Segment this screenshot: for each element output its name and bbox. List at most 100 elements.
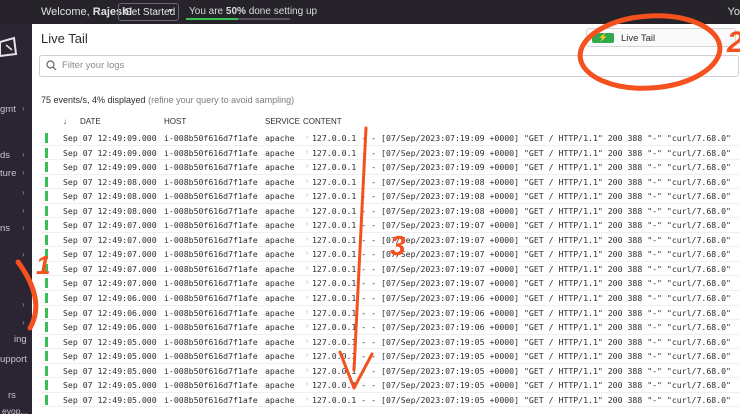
cell-content: 127.0.0.1 - - [07/Sep/2023:07:19:07 +000… xyxy=(312,220,731,231)
cell-service[interactable]: apache xyxy=(265,133,295,143)
expand-icon[interactable]: › xyxy=(306,149,308,156)
expand-icon[interactable]: › xyxy=(306,396,308,403)
cell-host[interactable]: i-008b50f616d7f1afe xyxy=(164,308,258,318)
table-row[interactable]: Sep 07 12:49:08.000 i-008b50f616d7f1afe ap… xyxy=(41,175,740,190)
table-row[interactable]: Sep 07 12:49:09.000 i-008b50f616d7f1afe ap… xyxy=(41,131,740,146)
table-row[interactable]: Sep 07 12:49:09.000 i-008b50f616d7f1afe ap… xyxy=(41,146,740,161)
cell-host[interactable]: i-008b50f616d7f1afe xyxy=(164,191,258,201)
column-header-content[interactable]: CONTENT xyxy=(303,117,342,126)
user-menu-label[interactable]: Yo xyxy=(728,6,740,18)
cell-service[interactable]: apache xyxy=(265,308,295,318)
cell-service[interactable]: apache xyxy=(265,293,295,303)
expand-icon[interactable]: › xyxy=(306,381,308,388)
app-logo[interactable] xyxy=(0,36,20,63)
get-started-dropdown[interactable]: Get Started ▼ xyxy=(118,3,179,21)
expand-icon[interactable]: › xyxy=(306,265,308,272)
cell-service[interactable]: apache xyxy=(265,264,295,274)
cell-host[interactable]: i-008b50f616d7f1afe xyxy=(164,177,258,187)
expand-icon[interactable]: › xyxy=(306,352,308,359)
cell-service[interactable]: apache xyxy=(265,220,295,230)
cell-host[interactable]: i-008b50f616d7f1afe xyxy=(164,235,258,245)
expand-icon[interactable]: › xyxy=(306,338,308,345)
cell-host[interactable]: i-008b50f616d7f1afe xyxy=(164,162,258,172)
expand-icon[interactable]: › xyxy=(306,279,308,286)
cell-content: 127.0.0.1 - - [07/Sep/2023:07:19:06 +000… xyxy=(312,322,731,333)
cell-host[interactable]: i-008b50f616d7f1afe xyxy=(164,133,258,143)
table-row[interactable]: Sep 07 12:49:05.000 i-008b50f616d7f1afe ap… xyxy=(41,335,740,350)
table-row[interactable]: Sep 07 12:49:08.000 i-008b50f616d7f1afe ap… xyxy=(41,189,740,204)
column-header-host[interactable]: HOST xyxy=(164,117,186,126)
table-row[interactable]: Sep 07 12:49:07.000 i-008b50f616d7f1afe ap… xyxy=(41,262,740,277)
expand-icon[interactable]: › xyxy=(306,236,308,243)
table-row[interactable]: Sep 07 12:49:08.000 i-008b50f616d7f1afe ap… xyxy=(41,204,740,219)
cell-host[interactable]: i-008b50f616d7f1afe xyxy=(164,351,258,361)
cell-service[interactable]: apache xyxy=(265,380,295,390)
sort-arrow-icon[interactable]: ↓ xyxy=(63,117,67,126)
cell-host[interactable]: i-008b50f616d7f1afe xyxy=(164,148,258,158)
cell-host[interactable]: i-008b50f616d7f1afe xyxy=(164,395,258,405)
cell-service[interactable]: apache xyxy=(265,249,295,259)
cell-host[interactable]: i-008b50f616d7f1afe xyxy=(164,249,258,259)
sidebar-item-gmt[interactable]: gmt xyxy=(0,104,16,115)
table-row[interactable]: Sep 07 12:49:06.000 i-008b50f616d7f1afe ap… xyxy=(41,291,740,306)
event-rate-stats: 75 events/s, 4% displayed (refine your q… xyxy=(41,95,294,105)
cell-service[interactable]: apache xyxy=(265,278,295,288)
cell-service[interactable]: apache xyxy=(265,191,295,201)
cell-service[interactable]: apache xyxy=(265,235,295,245)
expand-icon[interactable]: › xyxy=(306,323,308,330)
cell-service[interactable]: apache xyxy=(265,162,295,172)
table-row[interactable]: Sep 07 12:49:05.000 i-008b50f616d7f1afe ap… xyxy=(41,349,740,364)
expand-icon[interactable]: › xyxy=(306,134,308,141)
sidebar-item-rs[interactable]: rs xyxy=(8,390,16,401)
expand-icon[interactable]: › xyxy=(306,309,308,316)
cell-service[interactable]: apache xyxy=(265,177,295,187)
table-row[interactable]: Sep 07 12:49:06.000 i-008b50f616d7f1afe ap… xyxy=(41,306,740,321)
expand-icon[interactable]: › xyxy=(306,192,308,199)
sidebar-item-ing[interactable]: ing xyxy=(14,334,27,345)
expand-icon[interactable]: › xyxy=(306,367,308,374)
cell-service[interactable]: apache xyxy=(265,206,295,216)
cell-host[interactable]: i-008b50f616d7f1afe xyxy=(164,220,258,230)
expand-icon[interactable]: › xyxy=(306,294,308,301)
cell-host[interactable]: i-008b50f616d7f1afe xyxy=(164,380,258,390)
cell-service[interactable]: apache xyxy=(265,322,295,332)
expand-icon[interactable]: › xyxy=(306,250,308,257)
live-tail-button[interactable]: ⚡ Live Tail xyxy=(586,28,736,47)
sidebar-item-support[interactable]: upport xyxy=(0,354,27,365)
table-row[interactable]: Sep 07 12:49:09.000 i-008b50f616d7f1afe ap… xyxy=(41,160,740,175)
filter-search-box[interactable] xyxy=(39,55,739,77)
column-header-date[interactable]: DATE xyxy=(80,117,101,126)
cell-host[interactable]: i-008b50f616d7f1afe xyxy=(164,264,258,274)
table-row[interactable]: Sep 07 12:49:05.000 i-008b50f616d7f1afe ap… xyxy=(41,364,740,379)
cell-service[interactable]: apache xyxy=(265,148,295,158)
cell-host[interactable]: i-008b50f616d7f1afe xyxy=(164,206,258,216)
column-header-service[interactable]: SERVICE xyxy=(265,117,300,126)
expand-icon[interactable]: › xyxy=(306,178,308,185)
sidebar-item-ture[interactable]: ture xyxy=(0,168,16,179)
filter-logs-input[interactable] xyxy=(62,60,662,71)
status-indicator xyxy=(45,133,48,143)
expand-icon[interactable]: › xyxy=(306,207,308,214)
sidebar-item-ds[interactable]: ds xyxy=(0,150,10,161)
chevron-right-icon: › xyxy=(22,223,25,232)
sidebar-item-devops[interactable]: evop... xyxy=(2,406,28,414)
table-row[interactable]: Sep 07 12:49:05.000 i-008b50f616d7f1afe ap… xyxy=(41,393,740,408)
table-row[interactable]: Sep 07 12:49:05.000 i-008b50f616d7f1afe ap… xyxy=(41,378,740,393)
cell-service[interactable]: apache xyxy=(265,337,295,347)
cell-host[interactable]: i-008b50f616d7f1afe xyxy=(164,366,258,376)
cell-content: 127.0.0.1 - - [07/Sep/2023:07:19:05 +000… xyxy=(312,380,731,391)
cell-service[interactable]: apache xyxy=(265,351,295,361)
cell-content: 127.0.0.1 - - [07/Sep/2023:07:19:07 +000… xyxy=(312,249,731,260)
table-row[interactable]: Sep 07 12:49:07.000 i-008b50f616d7f1afe ap… xyxy=(41,276,740,292)
cell-host[interactable]: i-008b50f616d7f1afe xyxy=(164,293,258,303)
cell-host[interactable]: i-008b50f616d7f1afe xyxy=(164,278,258,288)
expand-icon[interactable]: › xyxy=(306,221,308,228)
cell-host[interactable]: i-008b50f616d7f1afe xyxy=(164,322,258,332)
table-row[interactable]: Sep 07 12:49:06.000 i-008b50f616d7f1afe ap… xyxy=(41,320,740,335)
sidebar-item-ns[interactable]: ns xyxy=(0,223,10,234)
cell-service[interactable]: apache xyxy=(265,395,295,405)
expand-icon[interactable]: › xyxy=(306,163,308,170)
cell-host[interactable]: i-008b50f616d7f1afe xyxy=(164,337,258,347)
cell-content: 127.0.0.1 - - [07/Sep/2023:07:19:05 +000… xyxy=(312,336,731,347)
cell-service[interactable]: apache xyxy=(265,366,295,376)
